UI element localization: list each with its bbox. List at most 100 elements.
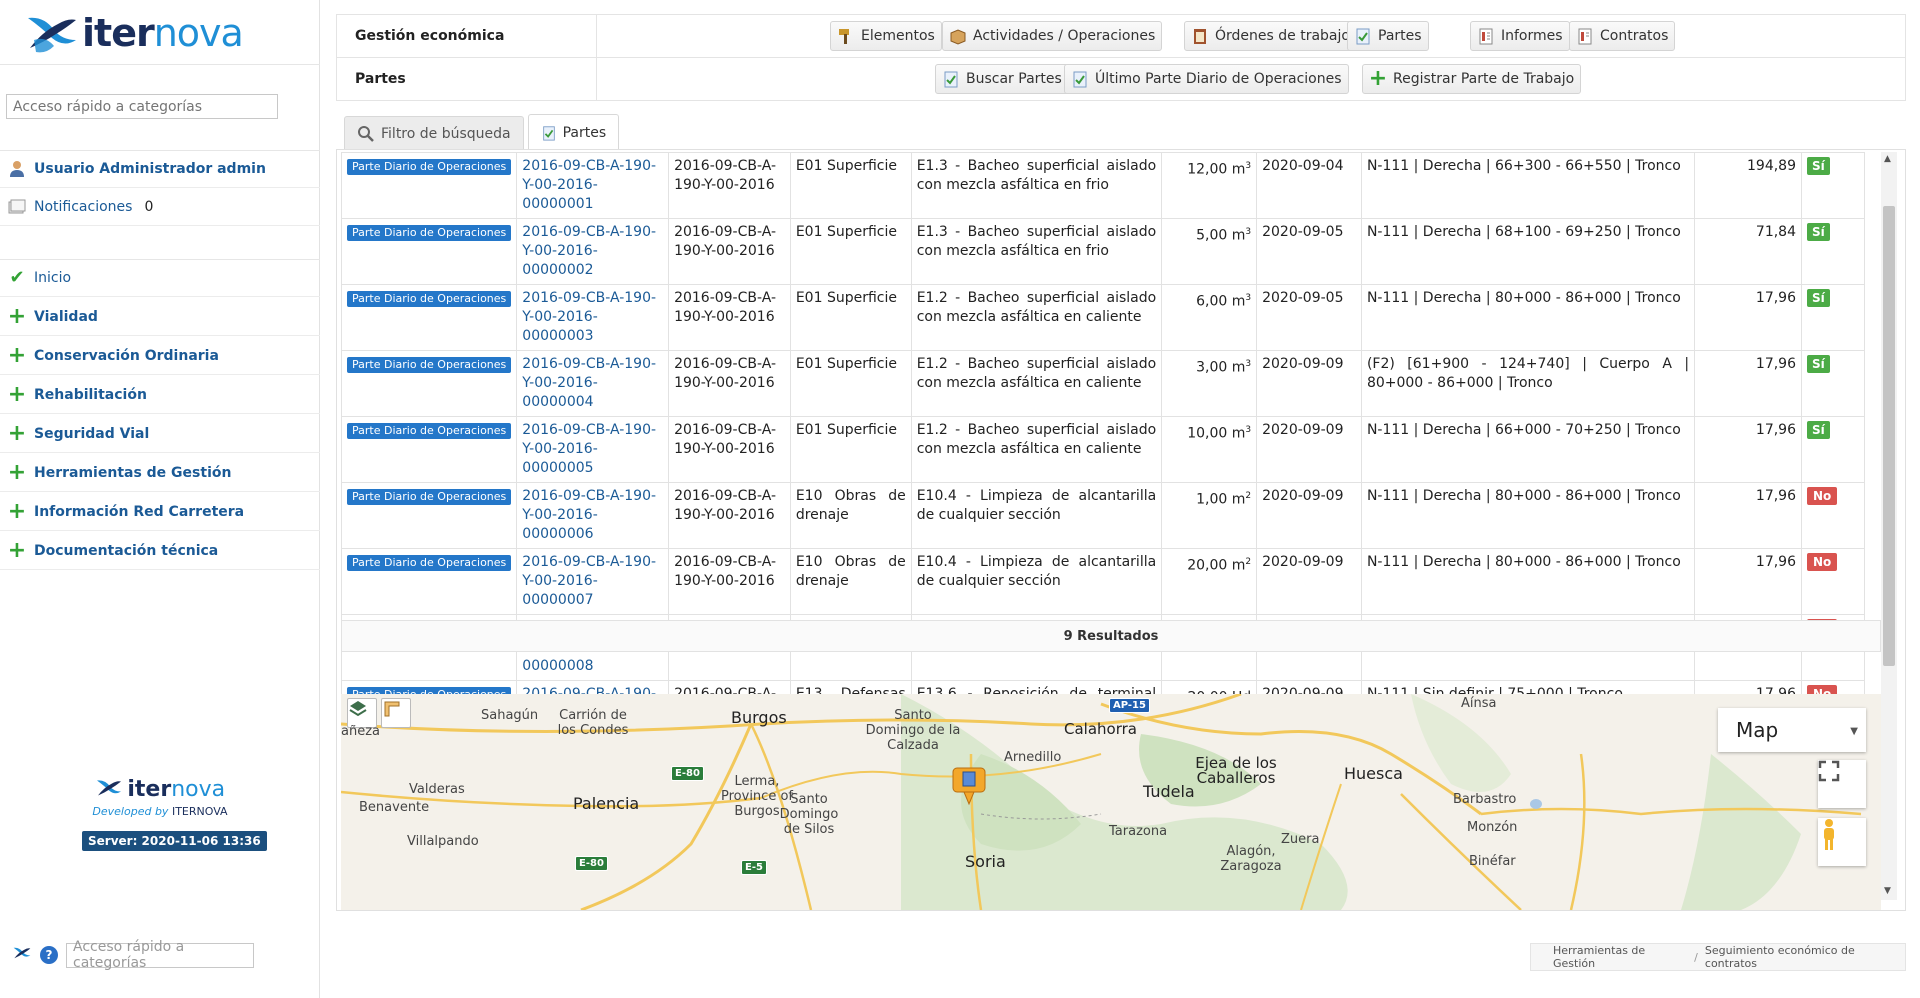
chevron-down-icon: ▼ bbox=[1850, 726, 1858, 737]
parte-link[interactable]: 2016-09-CB-A-190-Y-00-2016-00000005 bbox=[522, 422, 656, 476]
parte-link[interactable]: 2016-09-CB-A-190-Y-00-2016-00000004 bbox=[522, 356, 656, 410]
iternova-mini-icon[interactable] bbox=[12, 945, 32, 965]
registrar-parte-button[interactable]: + Registrar Parte de Trabajo bbox=[1362, 64, 1582, 94]
type-cell: Parte Diario de Operaciones bbox=[340, 152, 518, 219]
report-icon bbox=[1354, 27, 1372, 45]
bottom-quick-access-input[interactable]: Acceso rápido a categorías bbox=[66, 939, 254, 971]
results-panel: Parte Diario de Operaciones 2016-09-CB-A-… bbox=[336, 149, 1906, 911]
map-label: Burgos bbox=[731, 708, 787, 727]
map-label: Huesca bbox=[1344, 764, 1403, 783]
table-row[interactable]: Parte Diario de Operaciones 2016-09-CB-A-… bbox=[340, 350, 1865, 417]
table-row[interactable]: Parte Diario de Operaciones 2016-09-CB-A-… bbox=[340, 482, 1865, 549]
plus-icon: + bbox=[7, 420, 27, 446]
sidebar-item-3[interactable]: + Rehabilitación bbox=[0, 376, 320, 414]
code-cell: 2016-09-CB-A-190-Y-00-2016-00000004 bbox=[516, 350, 670, 417]
location-cell: N-111 | Derecha | 66+300 - 66+550 | Tron… bbox=[1360, 152, 1696, 219]
operation-cell: E1.3 - Bacheo superficial aislado con me… bbox=[910, 152, 1163, 219]
notifications-link[interactable]: Notificaciones 0 bbox=[0, 188, 320, 226]
buscar-partes-button[interactable]: Buscar Partes bbox=[935, 64, 1069, 94]
plus-icon: + bbox=[7, 303, 27, 329]
map-label: Zuera bbox=[1281, 832, 1320, 847]
contratos-button[interactable]: Contratos bbox=[1569, 21, 1676, 51]
sidebar-item-1[interactable]: + Vialidad bbox=[0, 298, 320, 336]
location-cell: (F2) [61+900 - 124+740] | Cuerpo A | 80+… bbox=[1360, 350, 1696, 417]
table-row[interactable]: Parte Diario de Operaciones 2016-09-CB-A-… bbox=[340, 152, 1865, 219]
breadcrumb-item[interactable]: Herramientas de Gestión bbox=[1553, 944, 1687, 970]
partes-button[interactable]: Partes bbox=[1347, 21, 1429, 51]
fullscreen-icon[interactable] bbox=[1818, 760, 1866, 808]
contract-cell: 2016-09-CB-A-190-Y-00-2016 bbox=[668, 218, 791, 285]
map-label: Carrión de los Condes bbox=[557, 708, 629, 738]
amount-cell: 17,96 bbox=[1694, 548, 1802, 615]
parte-link[interactable]: 2016-09-CB-A-190-Y-00-2016-00000003 bbox=[522, 290, 656, 344]
table-row[interactable]: Parte Diario de Operaciones 2016-09-CB-A-… bbox=[340, 548, 1865, 615]
actividades-operaciones-button[interactable]: Actividades / Operaciones bbox=[942, 21, 1163, 51]
ordenes-trabajo-button[interactable]: Órdenes de trabajo bbox=[1184, 21, 1357, 51]
iternova-logo-icon bbox=[24, 10, 80, 56]
table-row[interactable]: Parte Diario de Operaciones 2016-09-CB-A-… bbox=[340, 416, 1865, 483]
type-cell: Parte Diario de Operaciones bbox=[340, 482, 518, 549]
operation-cell: E1.2 - Bacheo superficial aislado con me… bbox=[910, 350, 1163, 417]
sidebar-item-label: Herramientas de Gestión bbox=[34, 464, 232, 481]
help-icon[interactable]: ? bbox=[40, 946, 58, 964]
status-cell: No bbox=[1801, 548, 1865, 615]
elementos-button[interactable]: Elementos bbox=[830, 21, 942, 51]
sidebar-item-2[interactable]: + Conservación Ordinaria bbox=[0, 337, 320, 375]
parte-link[interactable]: 2016-09-CB-A-190-Y-00-2016-00000006 bbox=[522, 488, 656, 542]
map-label: Valderas bbox=[409, 782, 465, 797]
tab-partes[interactable]: Partes bbox=[527, 114, 620, 150]
table-row[interactable]: Parte Diario de Operaciones 2016-09-CB-A-… bbox=[340, 218, 1865, 285]
status-cell: Sí bbox=[1801, 152, 1865, 219]
notifications-label: Notificaciones bbox=[34, 198, 133, 215]
sidebar-item-5[interactable]: + Herramientas de Gestión bbox=[0, 454, 320, 492]
parte-link[interactable]: 2016-09-CB-A-190-Y-00-2016-00000001 bbox=[522, 158, 656, 212]
map-label: Calahorra bbox=[1064, 720, 1137, 738]
map-label: Santo Domingo de la Calzada bbox=[865, 708, 961, 753]
economic-management-toolbar: Gestión económica Elementos Actividades … bbox=[336, 14, 1906, 58]
main-panel: Gestión económica Elementos Actividades … bbox=[336, 14, 1906, 914]
sidebar-item-0[interactable]: ✔ Inicio bbox=[0, 259, 320, 297]
sidebar-item-6[interactable]: + Información Red Carretera bbox=[0, 493, 320, 531]
scroll-up-icon[interactable]: ▲ bbox=[1884, 154, 1891, 164]
user-profile-link[interactable]: Usuario Administrador admin bbox=[0, 150, 320, 188]
group-cell: E01 Superficie bbox=[789, 152, 912, 219]
plus-icon: + bbox=[1368, 66, 1388, 91]
quick-access-input[interactable] bbox=[6, 94, 278, 119]
ultimo-parte-button[interactable]: Último Parte Diario de Operaciones bbox=[1064, 64, 1349, 94]
map-label: Benavente bbox=[359, 800, 430, 815]
map-label: Barbastro bbox=[1453, 792, 1517, 807]
plus-icon: + bbox=[7, 537, 27, 563]
map-label: Tarazona bbox=[1109, 824, 1168, 839]
sidebar-item-label: Inicio bbox=[34, 269, 72, 286]
amount-cell: 17,96 bbox=[1694, 416, 1802, 483]
parte-link[interactable]: 2016-09-CB-A-190-Y-00-2016-00000002 bbox=[522, 224, 656, 278]
plus-icon: + bbox=[7, 498, 27, 524]
iternova-logo[interactable]: iternova bbox=[24, 10, 244, 56]
contract-cell: 2016-09-CB-A-190-Y-00-2016 bbox=[668, 350, 791, 417]
map-label: Aínsa bbox=[1461, 696, 1497, 711]
parte-link[interactable]: 2016-09-CB-A-190-Y-00-2016-00000007 bbox=[522, 554, 656, 608]
box-icon bbox=[949, 27, 967, 45]
logo-wordmark: iternova bbox=[82, 11, 244, 55]
scroll-down-icon[interactable]: ▼ bbox=[1884, 886, 1891, 896]
tab-filtro-busqueda[interactable]: Filtro de búsqueda bbox=[344, 116, 524, 150]
informes-button[interactable]: Informes bbox=[1470, 21, 1570, 51]
map-type-select[interactable]: Map ▼ bbox=[1718, 708, 1866, 752]
report-icon bbox=[541, 124, 557, 142]
ruler-icon[interactable] bbox=[381, 698, 411, 728]
sidebar-item-7[interactable]: + Documentación técnica bbox=[0, 532, 320, 570]
scrollbar[interactable]: ▲ ▼ bbox=[1881, 152, 1897, 900]
type-badge: Parte Diario de Operaciones bbox=[347, 423, 512, 439]
status-badge: No bbox=[1807, 553, 1838, 571]
scrollbar-thumb[interactable] bbox=[1883, 206, 1895, 666]
sidebar-item-4[interactable]: + Seguridad Vial bbox=[0, 415, 320, 453]
street-view-pegman-icon[interactable] bbox=[1818, 818, 1866, 866]
group-cell: E10 Obras de drenaje bbox=[789, 548, 912, 615]
map-view[interactable]: Sahagún Carrión de los Condes Burgos San… bbox=[341, 694, 1881, 910]
breadcrumb-item[interactable]: Seguimiento económico de contratos bbox=[1705, 944, 1905, 970]
iternova-small-logo-icon bbox=[96, 780, 121, 796]
road-shield: E-80 bbox=[671, 766, 704, 781]
table-row[interactable]: Parte Diario de Operaciones 2016-09-CB-A-… bbox=[340, 284, 1865, 351]
contract-cell: 2016-09-CB-A-190-Y-00-2016 bbox=[668, 416, 791, 483]
hammer-icon bbox=[837, 27, 855, 45]
